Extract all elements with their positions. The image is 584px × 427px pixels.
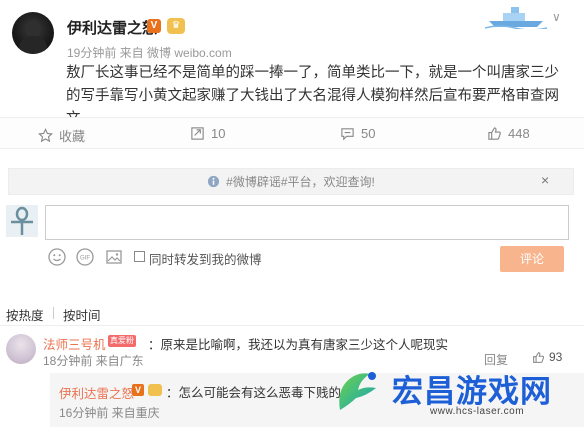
submit-comment-button[interactable]: 评论 — [500, 246, 564, 272]
fan-badge: 真爱粉 — [108, 335, 136, 347]
watermark-logo — [339, 372, 376, 410]
commenter-avatar[interactable] — [6, 334, 36, 364]
close-icon[interactable]: × — [541, 172, 549, 188]
emoji-icon[interactable] — [48, 248, 66, 266]
commenter-name[interactable]: 法师三号机 — [43, 334, 106, 353]
author-name[interactable]: 伊利达雷之怒 — [67, 17, 157, 38]
favorite-label: 收藏 — [59, 129, 86, 144]
comment-meta: 18分钟前 来自广东 — [43, 354, 144, 368]
forward-label: 同时转发到我的微博 — [149, 253, 262, 267]
crown-icon — [148, 384, 162, 396]
star-icon — [38, 128, 53, 143]
favorite-button[interactable]: 收藏 — [38, 126, 85, 145]
comment-button[interactable]: 50 — [340, 126, 375, 141]
watermark-title: 宏昌游戏网 — [392, 374, 552, 409]
sort-divider — [53, 307, 54, 319]
repost-count: 10 — [211, 126, 226, 141]
verified-badge: V — [132, 384, 144, 396]
reply-author-name[interactable]: 伊利达雷之怒 — [59, 383, 134, 402]
post-meta: 19分钟前 来自 微博 weibo.com — [67, 46, 232, 60]
comment-like-count: 93 — [549, 350, 563, 364]
thumbs-up-icon — [488, 127, 501, 140]
repost-button[interactable]: 10 — [190, 126, 225, 141]
comment-text: ：原来是比喻啊，我还以为真有唐家三少这个人呢现实 — [148, 338, 449, 352]
user-avatar-ankh — [6, 205, 38, 237]
comment-like-button[interactable]: 93 — [532, 350, 562, 364]
repost-icon — [191, 127, 204, 140]
collapse-icon[interactable]: ∨ — [552, 10, 561, 24]
crown-icon: ♛ — [167, 18, 185, 34]
forward-checkbox[interactable] — [134, 251, 145, 262]
like-button[interactable]: 448 — [487, 126, 530, 141]
comment-input[interactable] — [45, 205, 569, 240]
comment-count: 50 — [361, 126, 376, 141]
reply-text: ：怎么可能会有这么恶毒下贱的 — [166, 386, 342, 400]
image-icon[interactable] — [105, 248, 123, 266]
thumbs-up-icon — [533, 351, 545, 363]
sort-by-time-tab[interactable]: 按时间 — [63, 305, 101, 324]
reply-meta: 16分钟前 来自重庆 — [59, 406, 160, 420]
info-icon — [208, 175, 220, 188]
ship-icon — [485, 7, 547, 29]
gif-icon[interactable]: GIF — [76, 248, 94, 266]
like-count: 448 — [508, 126, 530, 141]
notice-text: #微博辟谣#平台，欢迎查询! — [226, 175, 375, 189]
comment-icon — [341, 128, 354, 141]
action-bar: 收藏 10 50 448 — [0, 117, 584, 149]
author-avatar[interactable] — [12, 12, 54, 54]
verified-badge: V — [147, 19, 161, 33]
svg-text:GIF: GIF — [80, 256, 90, 262]
rumor-notice[interactable]: #微博辟谣#平台，欢迎查询! — [8, 168, 574, 195]
sort-by-hot-tab[interactable]: 按热度 — [6, 305, 44, 324]
watermark-url: www.hcs-laser.com — [430, 406, 525, 417]
divider — [0, 325, 584, 326]
